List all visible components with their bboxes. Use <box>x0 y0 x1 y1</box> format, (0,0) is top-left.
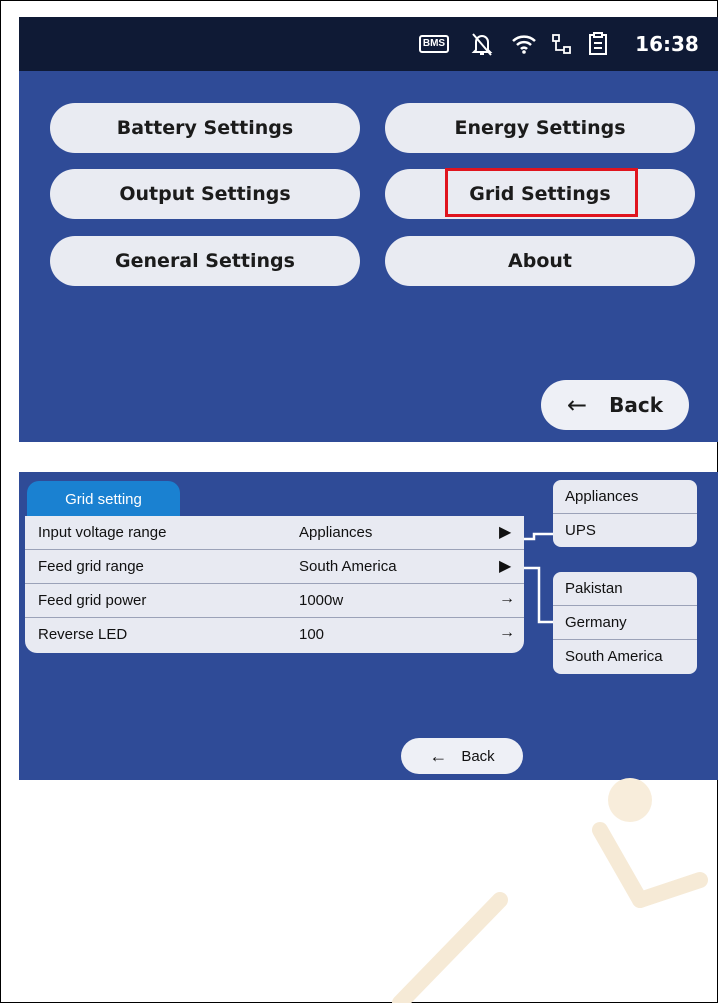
watermark-graphic <box>392 778 708 1003</box>
